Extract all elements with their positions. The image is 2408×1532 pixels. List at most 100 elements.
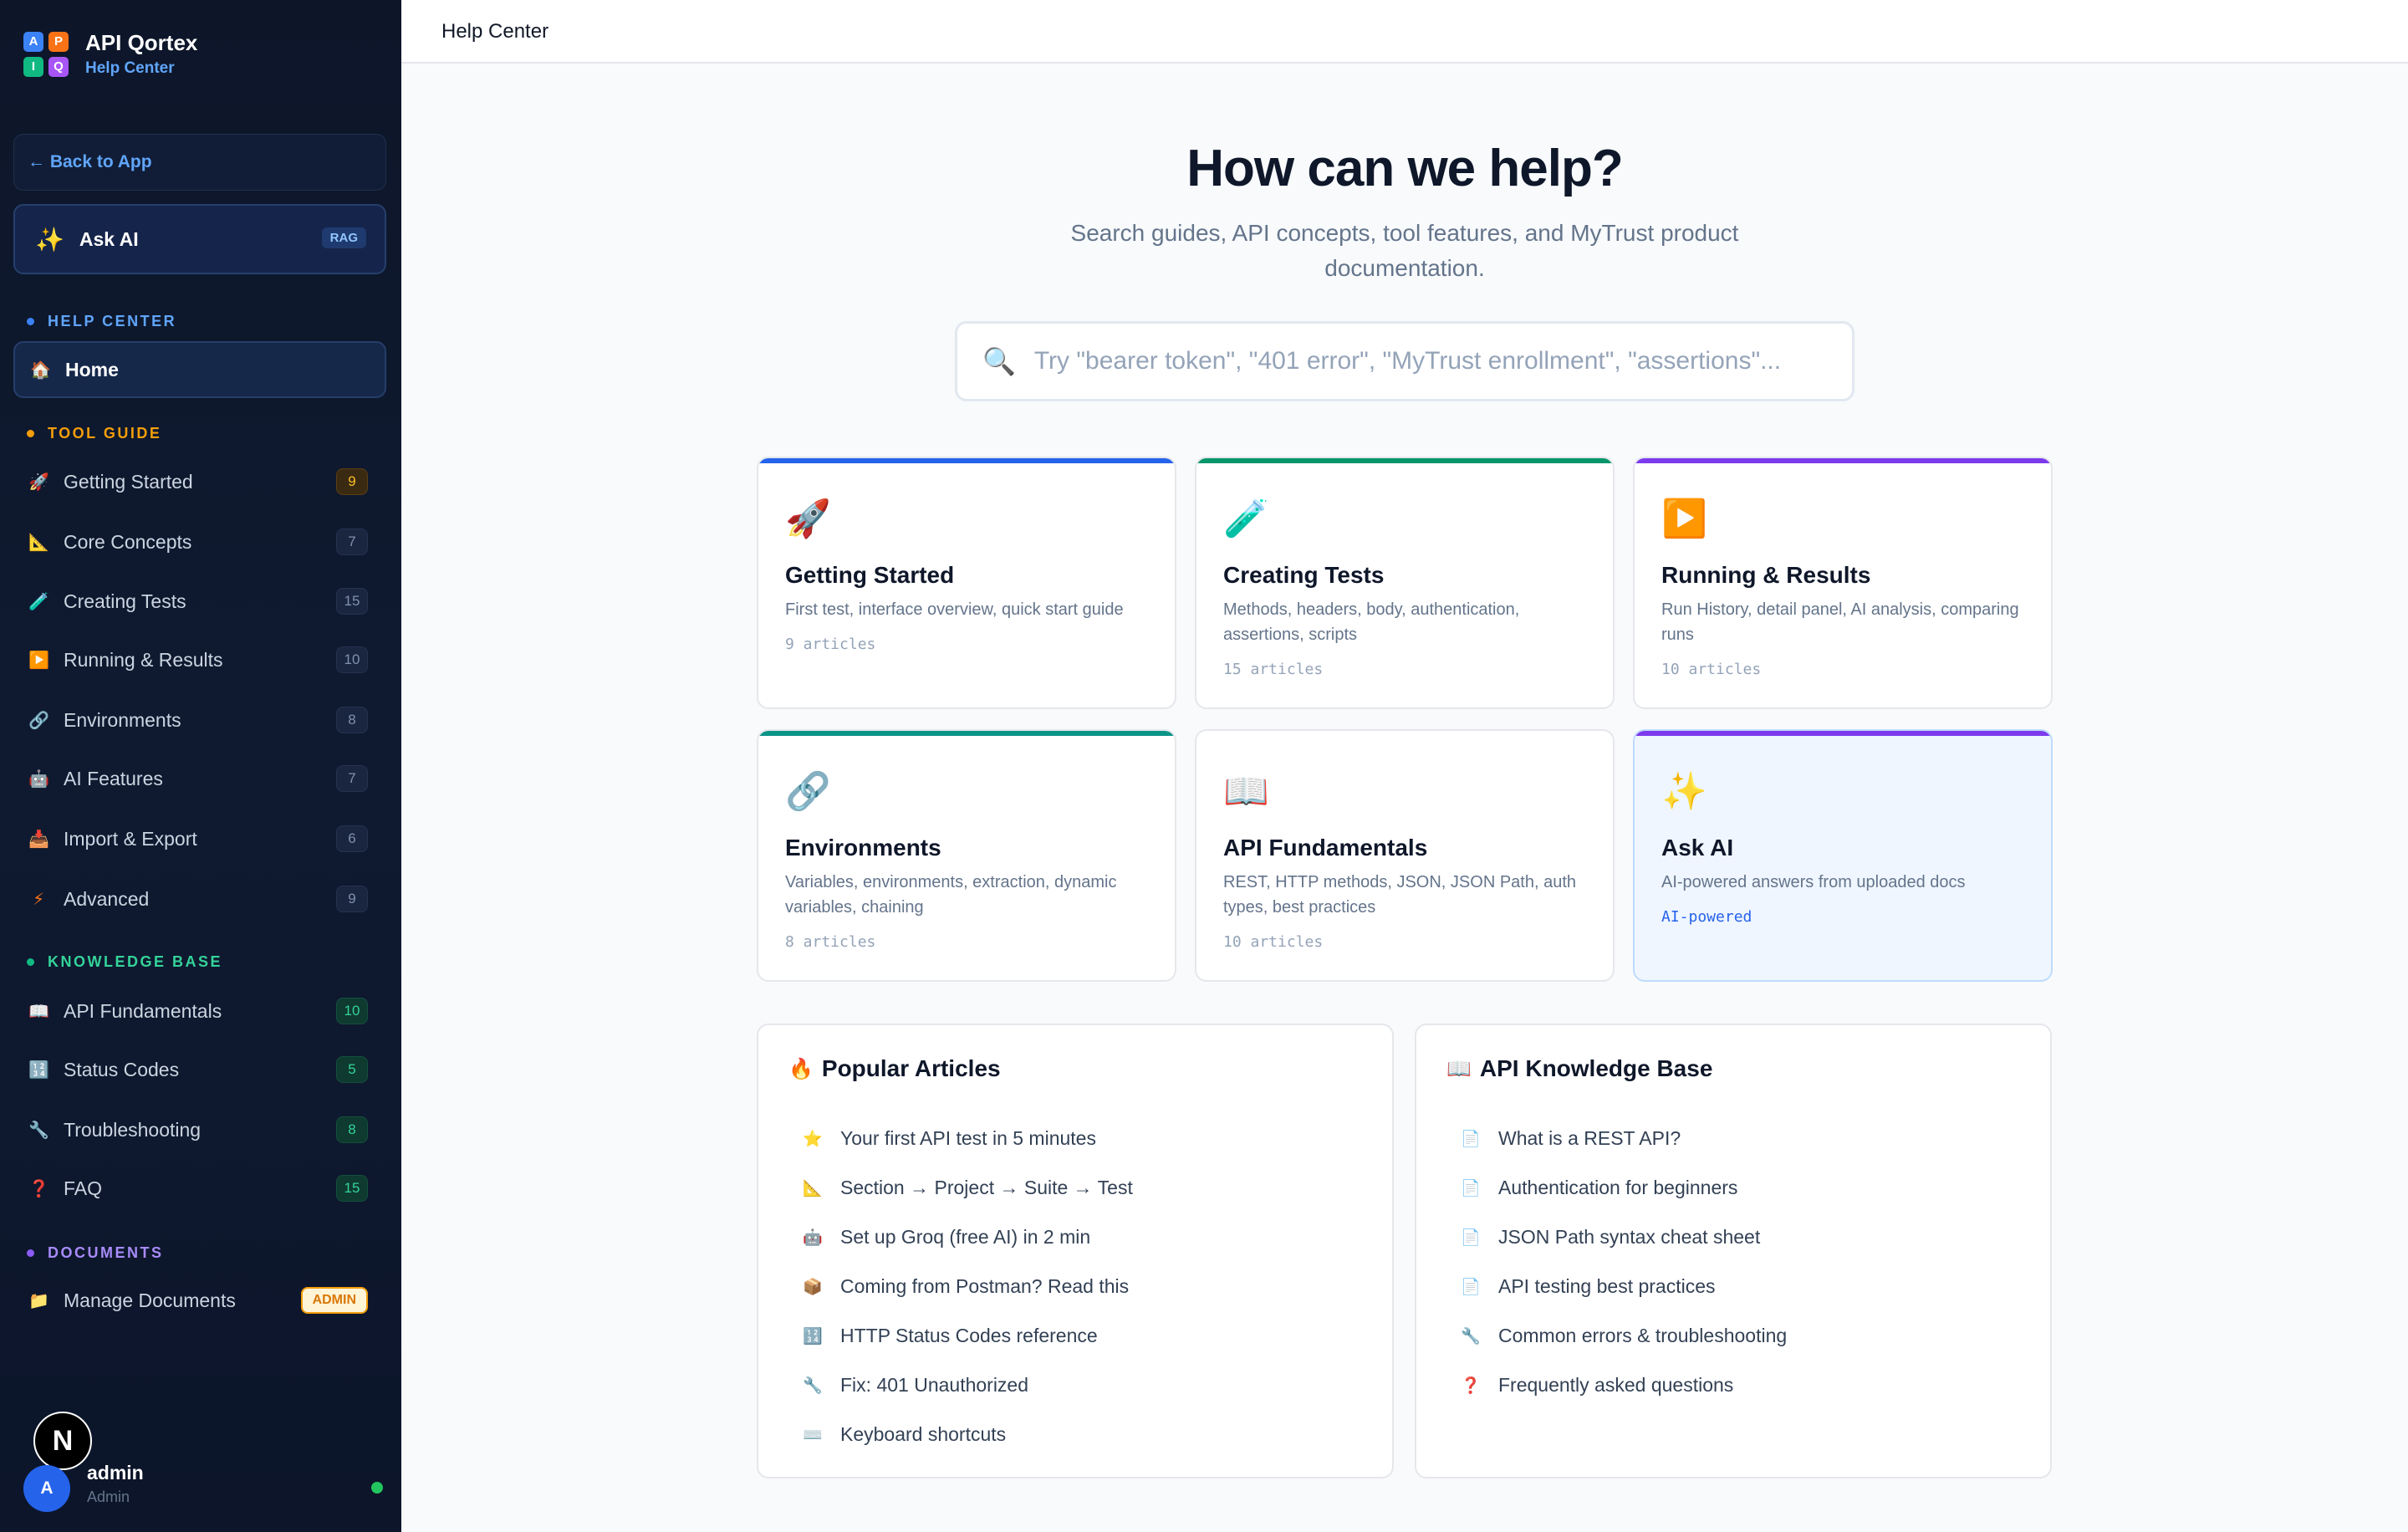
robot-icon: 🤖: [28, 769, 49, 789]
page-icon: 📄: [1461, 1130, 1481, 1148]
section-tool-guide: TOOL GUIDE: [27, 425, 161, 442]
sidebar-item-core-concepts[interactable]: 📐 Core Concepts 7: [13, 513, 386, 570]
package-icon: 📦: [803, 1278, 823, 1296]
play-icon: ▶️: [28, 651, 49, 670]
card-running-results[interactable]: ▶️ Running & Results Run History, detail…: [1633, 457, 2053, 709]
card-creating-tests[interactable]: 🧪 Creating Tests Methods, headers, body,…: [1195, 457, 1615, 709]
section-documents: DOCUMENTS: [27, 1244, 164, 1262]
list-item[interactable]: 🔢 HTTP Status Codes reference: [802, 1311, 1133, 1361]
play-icon: ▶️: [1661, 498, 1707, 539]
list-item[interactable]: 📐 Section → Project → Suite → Test: [802, 1163, 1133, 1213]
list-item[interactable]: 🔧 Fix: 401 Unauthorized: [802, 1361, 1133, 1410]
count-badge: 7: [336, 529, 368, 555]
test-tube-icon: 🧪: [28, 592, 49, 611]
page-icon: 📄: [1461, 1179, 1481, 1198]
brand-subtitle: Help Center: [85, 59, 175, 77]
numbers-icon: 🔢: [803, 1327, 823, 1346]
sidebar-item-status-codes[interactable]: 🔢 Status Codes 5: [13, 1041, 386, 1098]
sidebar-item-running-results[interactable]: ▶️ Running & Results 10: [13, 631, 386, 688]
card-ask-ai[interactable]: ✨ Ask AI AI-powered answers from uploade…: [1633, 729, 2053, 982]
lightning-icon: ⚡: [32, 890, 45, 909]
card-api-fundamentals[interactable]: 📖 API Fundamentals REST, HTTP methods, J…: [1195, 729, 1615, 982]
brand[interactable]: A P I Q API Qortex Help Center: [23, 30, 197, 78]
sidebar-item-troubleshooting[interactable]: 🔧 Troubleshooting 8: [13, 1101, 386, 1158]
back-to-app-button[interactable]: ← Back to App: [13, 134, 386, 191]
list-item[interactable]: 📦 Coming from Postman? Read this: [802, 1262, 1133, 1311]
section-help-center: HELP CENTER: [27, 313, 176, 330]
list-item[interactable]: 🤖 Set up Groq (free AI) in 2 min: [802, 1213, 1133, 1262]
page-icon: 📄: [1461, 1228, 1481, 1247]
numbers-icon: 🔢: [28, 1060, 49, 1080]
wrench-icon: 🔧: [1461, 1327, 1481, 1346]
sidebar-item-creating-tests[interactable]: 🧪 Creating Tests 15: [13, 573, 386, 630]
list-item[interactable]: ❓ Frequently asked questions: [1460, 1361, 1787, 1410]
triangle-ruler-icon: 📐: [803, 1179, 823, 1198]
list-item[interactable]: 📄 JSON Path syntax cheat sheet: [1460, 1213, 1787, 1262]
popular-articles-panel: 🔥 Popular Articles ⭐ Your first API test …: [757, 1024, 1394, 1478]
sidebar-item-getting-started[interactable]: 🚀 Getting Started 9: [13, 453, 386, 510]
logo-icon: A P I Q: [23, 31, 69, 77]
panel-title: 📖 API Knowledge Base: [1446, 1055, 1713, 1081]
count-badge: 10: [336, 646, 368, 673]
card-environments[interactable]: 🔗 Environments Variables, environments, …: [757, 729, 1176, 982]
hero-title: How can we help?: [1186, 140, 1623, 197]
sidebar-item-faq[interactable]: ❓ FAQ 15: [13, 1160, 386, 1217]
sidebar: A P I Q API Qortex Help Center ← Back to…: [0, 0, 401, 1532]
card-getting-started[interactable]: 🚀 Getting Started First test, interface …: [757, 457, 1176, 709]
list-item[interactable]: ⭐ Your first API test in 5 minutes: [802, 1114, 1133, 1163]
book-icon: 📖: [1223, 771, 1269, 812]
sidebar-item-home[interactable]: 🏠 Home: [13, 341, 386, 398]
count-badge: 5: [336, 1056, 368, 1083]
question-icon: ❓: [28, 1179, 49, 1198]
online-status-dot: [371, 1482, 383, 1494]
list-item[interactable]: 📄 What is a REST API?: [1460, 1114, 1787, 1163]
keyboard-icon: ⌨️: [803, 1426, 823, 1444]
count-badge: 9: [336, 468, 368, 495]
house-icon: 🏠: [30, 360, 51, 380]
test-tube-icon: 🧪: [1223, 498, 1269, 539]
user-role: Admin: [87, 1489, 130, 1505]
fire-icon: 🔥: [788, 1057, 814, 1080]
user-profile[interactable]: A admin Admin: [23, 1462, 383, 1514]
rocket-icon: 🚀: [785, 498, 831, 539]
user-name: admin: [87, 1462, 144, 1483]
page-icon: 📄: [1461, 1278, 1481, 1296]
count-badge: 9: [336, 886, 368, 912]
list-item[interactable]: 📄 Authentication for beginners: [1460, 1163, 1787, 1213]
question-icon: ❓: [1461, 1376, 1481, 1395]
sidebar-item-api-fundamentals[interactable]: 📖 API Fundamentals 10: [13, 983, 386, 1039]
ask-ai-button[interactable]: ✨ Ask AI RAG: [13, 204, 386, 274]
search-icon: 🔍: [982, 346, 1016, 376]
count-badge: 8: [336, 1116, 368, 1143]
count-badge: 15: [336, 588, 368, 615]
sidebar-item-import-export[interactable]: 📥 Import & Export 6: [13, 810, 386, 867]
book-icon: 📖: [1446, 1057, 1472, 1080]
link-icon: 🔗: [28, 711, 49, 730]
list-item[interactable]: 🔧 Common errors & troubleshooting: [1460, 1311, 1787, 1361]
page-title: Help Center: [441, 20, 549, 43]
list-item[interactable]: ⌨️ Keyboard shortcuts: [802, 1410, 1133, 1459]
search-box[interactable]: 🔍: [955, 321, 1854, 401]
rocket-icon: 🚀: [28, 472, 49, 492]
ask-ai-label: Ask AI: [79, 227, 139, 250]
count-badge: 8: [336, 707, 368, 733]
robot-icon: 🤖: [803, 1228, 823, 1247]
sidebar-item-manage-documents[interactable]: 📁 Manage Documents ADMIN: [13, 1272, 386, 1329]
section-knowledge-base: KNOWLEDGE BASE: [27, 953, 222, 971]
search-input[interactable]: [1033, 347, 1803, 375]
top-bar: Help Center: [401, 0, 2408, 64]
sparkles-icon: ✨: [35, 226, 64, 253]
sidebar-item-ai-features[interactable]: 🤖 AI Features 7: [13, 750, 386, 807]
folder-icon: 📁: [28, 1291, 49, 1310]
count-badge: 6: [336, 825, 368, 852]
inbox-tray-icon: 📥: [28, 830, 49, 849]
rag-badge: RAG: [321, 227, 366, 248]
knowledge-base-panel: 📖 API Knowledge Base 📄 What is a REST API…: [1415, 1024, 2052, 1478]
list-item[interactable]: 📄 API testing best practices: [1460, 1262, 1787, 1311]
sidebar-item-environments[interactable]: 🔗 Environments 8: [13, 692, 386, 748]
count-badge: 7: [336, 765, 368, 792]
wrench-icon: 🔧: [28, 1121, 49, 1140]
sidebar-item-advanced[interactable]: ⚡ Advanced 9: [13, 871, 386, 927]
wrench-icon: 🔧: [803, 1376, 823, 1395]
count-badge: 15: [336, 1175, 368, 1202]
